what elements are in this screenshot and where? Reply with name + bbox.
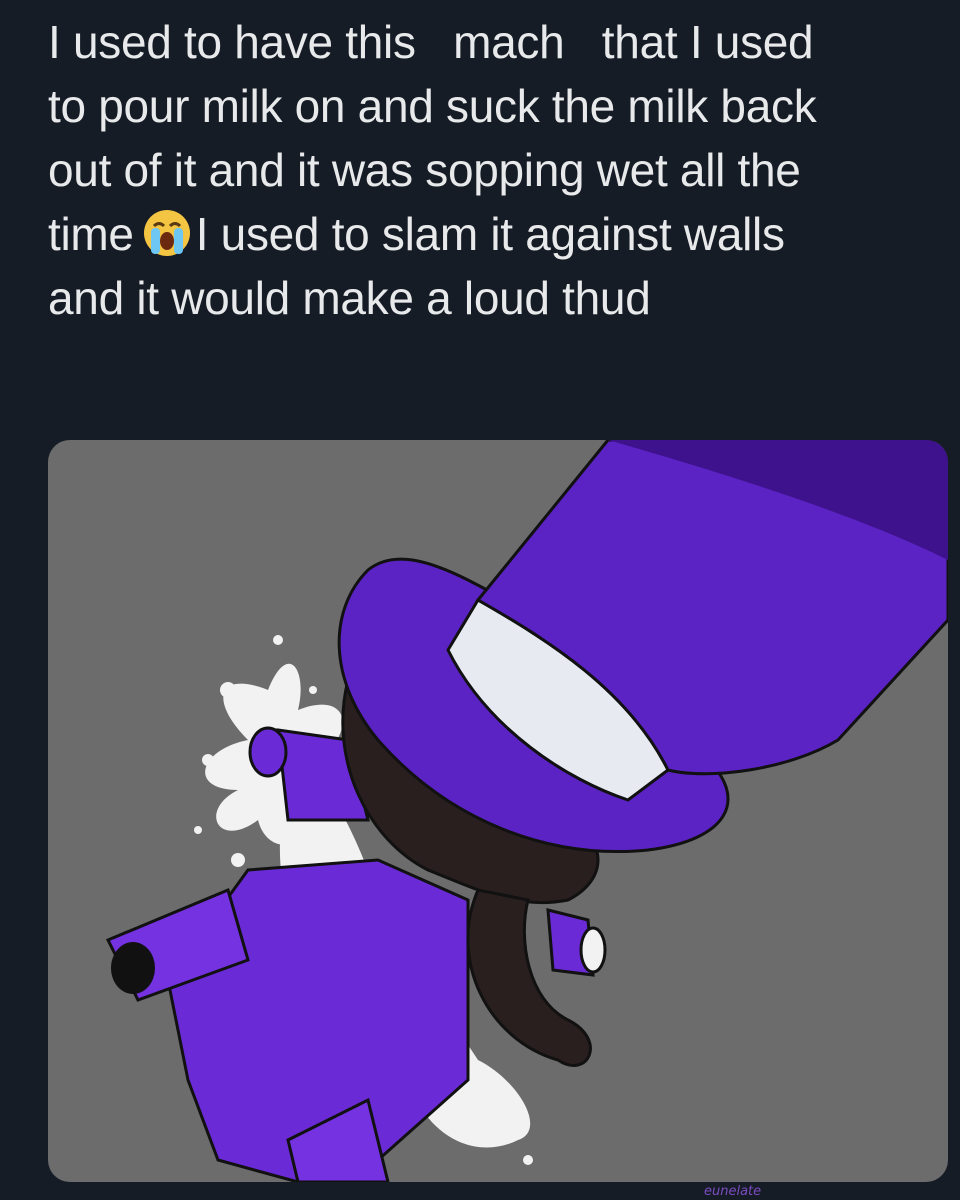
tweet-line-5: and it would make a loud thud — [48, 272, 651, 324]
tweet-line-1: I used to have this mach that I used — [48, 16, 814, 68]
character-artwork — [105, 440, 948, 1182]
tweet-line-2: to pour milk on and suck the milk back — [48, 80, 817, 132]
top-hat — [337, 440, 948, 853]
tweet-line-4: time I used to slam it against walls — [48, 202, 948, 266]
tweet-text: I used to have this mach that I used to … — [48, 10, 948, 330]
artist-signature: eunelate — [704, 1184, 762, 1199]
loudly-crying-face-icon — [143, 210, 190, 256]
tweet-line-4-prefix: time — [48, 208, 134, 260]
tweet-media-image[interactable] — [48, 440, 948, 1182]
tweet-line-3: out of it and it was sopping wet all the — [48, 144, 801, 196]
tweet-line-4-rest: I used to slam it against walls — [195, 208, 785, 260]
